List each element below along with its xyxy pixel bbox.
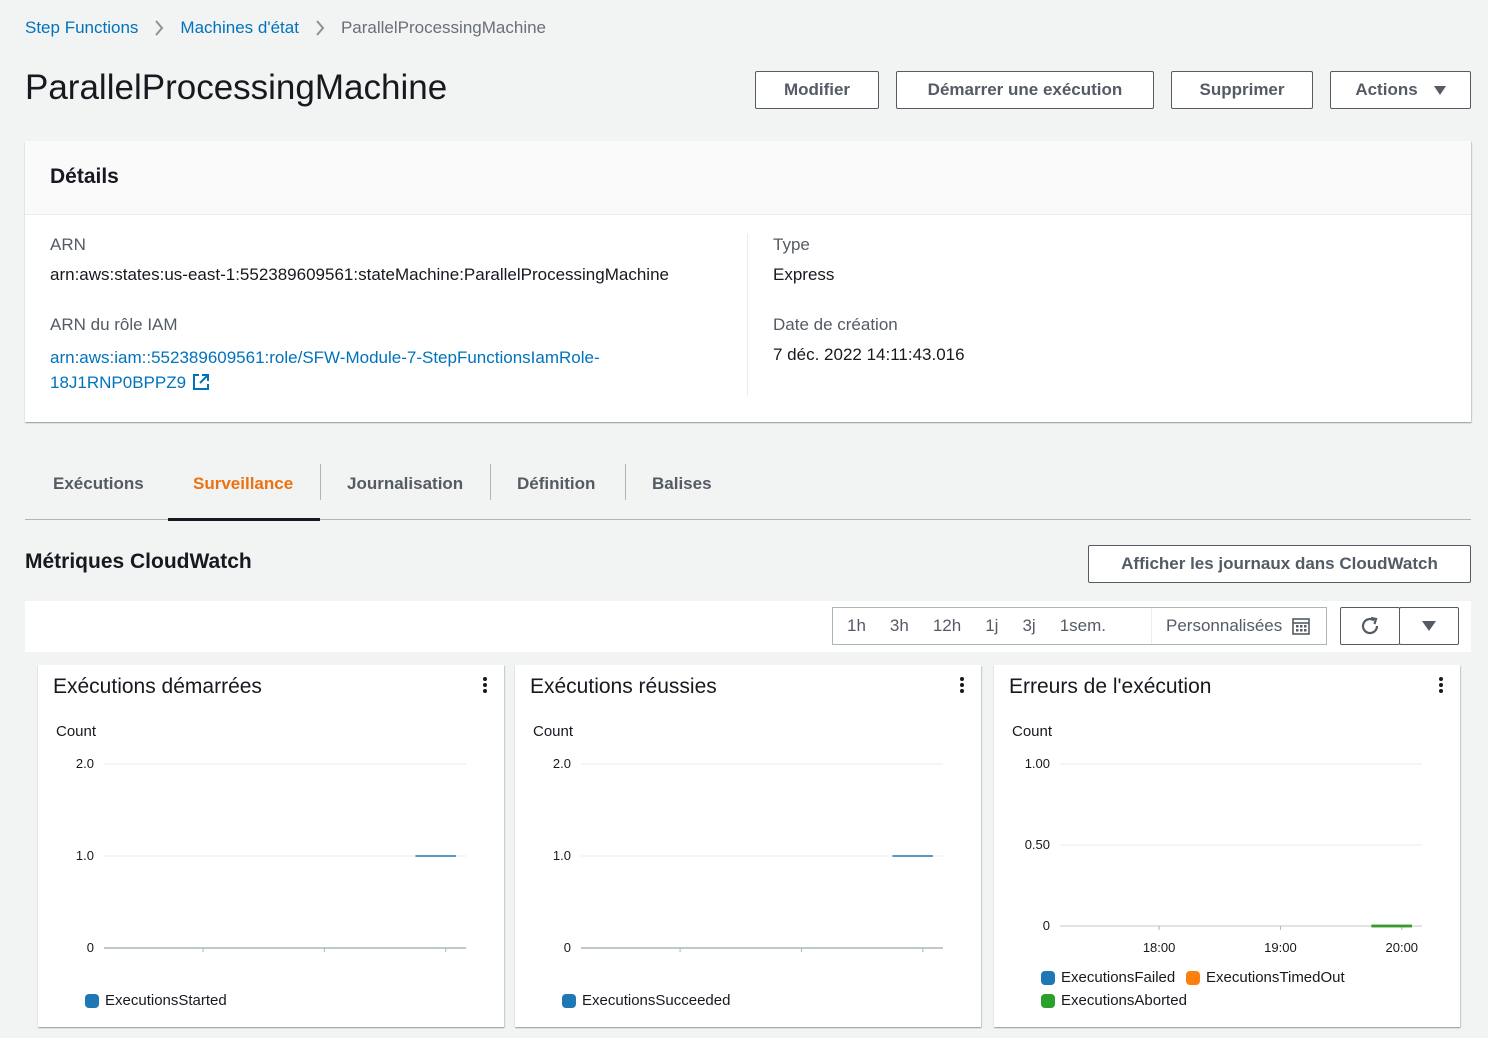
x-tick-label: 20:00: [1386, 940, 1419, 955]
range-1d[interactable]: 1j: [973, 616, 1010, 636]
legend-item[interactable]: ExecutionsSucceeded: [562, 992, 730, 1009]
refresh-options-dropdown[interactable]: [1399, 607, 1459, 645]
tab-divider: [320, 464, 321, 500]
actions-button[interactable]: Actions: [1330, 71, 1471, 109]
view-logs-button[interactable]: Afficher les journaux dans CloudWatch: [1088, 545, 1471, 583]
tab-logging[interactable]: Journalisation: [347, 464, 463, 520]
more-options-icon[interactable]: [957, 677, 967, 695]
legend-item[interactable]: ExecutionsFailed: [1041, 969, 1175, 986]
legend-label: ExecutionsSucceeded: [582, 992, 731, 1009]
range-1w[interactable]: 1sem.: [1048, 616, 1118, 636]
chevron-right-icon: [154, 20, 164, 36]
chart-card-succeeded: Exécutions réussies Count2.01.0018:0019:…: [515, 665, 981, 1027]
created-value: 7 déc. 2022 14:11:43.016: [773, 345, 965, 364]
y-tick-label: 0: [87, 940, 94, 955]
edit-button[interactable]: Modifier: [755, 71, 879, 109]
legend-swatch: [1041, 970, 1055, 985]
x-tick-label: 18:00: [1143, 940, 1176, 955]
type-value: Express: [773, 265, 835, 284]
active-tab-indicator: [168, 518, 320, 521]
breadcrumb-current: ParallelProcessingMachine: [340, 18, 546, 37]
chart-card-started: Exécutions démarrées Count2.01.0018:0019…: [38, 665, 504, 1027]
delete-button[interactable]: Supprimer: [1171, 71, 1313, 109]
calendar-icon: [1292, 617, 1311, 635]
chart-title: Exécutions réussies: [530, 675, 717, 698]
legend-swatch: [1186, 970, 1200, 985]
start-execution-button[interactable]: Démarrer une exécution: [896, 71, 1154, 109]
details-title: Détails: [25, 141, 1471, 215]
y-tick-label: 1.0: [553, 848, 571, 863]
range-custom-label: Personnalisées: [1166, 616, 1283, 635]
range-1h[interactable]: 1h: [833, 616, 878, 636]
metrics-toolbar: 1h 3h 12h 1j 3j 1sem. Personnalisées: [25, 601, 1471, 652]
chart-card-errors: Erreurs de l'exécution Count 1.00 0.50 0 18:…: [994, 665, 1460, 1027]
type-label: Type: [773, 235, 810, 254]
more-options-icon[interactable]: [480, 677, 490, 695]
legend-swatch: [562, 993, 576, 1008]
y-tick-label: 0: [1043, 918, 1050, 933]
y-tick-label: 0: [564, 940, 571, 955]
chart-title: Erreurs de l'exécution: [1009, 675, 1212, 698]
range-3d[interactable]: 3j: [1010, 616, 1047, 636]
y-tick-label: 0.50: [1025, 837, 1050, 852]
created-label: Date de création: [773, 315, 898, 334]
arn-label: ARN: [50, 235, 86, 254]
chart-succeeded: Count2.01.0018:0019:0020:00: [533, 723, 943, 955]
legend-label: ExecutionsTimedOut: [1206, 969, 1345, 986]
details-right-column: Type Express Date de création 7 déc. 202…: [773, 235, 965, 365]
details-left-column: ARN arn:aws:states:us-east-1:55238960956…: [50, 235, 670, 398]
tab-bar: Exécutions Surveillance Journalisation D…: [25, 446, 1471, 521]
y-axis-label: Count: [533, 723, 574, 740]
legend-item[interactable]: ExecutionsAborted: [1041, 992, 1187, 1009]
chart-errors: Count 1.00 0.50 0 18:00 19:00 20:00: [1012, 723, 1422, 955]
y-tick-label: 1.0: [76, 848, 94, 863]
legend-label: ExecutionsStarted: [105, 992, 227, 1009]
tab-monitoring[interactable]: Surveillance: [193, 464, 293, 520]
refresh-button[interactable]: [1340, 607, 1400, 645]
legend-label: ExecutionsFailed: [1061, 969, 1176, 986]
tab-divider: [490, 464, 491, 500]
actions-label: Actions: [1355, 80, 1418, 99]
legend-swatch: [1041, 993, 1055, 1008]
external-link-icon: [192, 373, 210, 398]
caret-down-icon: [1422, 621, 1436, 631]
tab-definition[interactable]: Définition: [517, 464, 595, 520]
legend-label: ExecutionsAborted: [1061, 992, 1187, 1009]
refresh-icon: [1359, 615, 1381, 637]
breadcrumb: Step Functions Machines d'état ParallelP…: [25, 18, 546, 38]
tab-executions[interactable]: Exécutions: [53, 464, 144, 520]
time-range-selector: 1h 3h 12h 1j 3j 1sem. Personnalisées: [832, 607, 1327, 645]
legend-swatch: [85, 993, 99, 1008]
range-custom[interactable]: Personnalisées: [1151, 608, 1311, 644]
column-divider: [747, 234, 748, 396]
chart-started: Count2.01.0018:0019:0020:00: [56, 723, 466, 955]
range-12h[interactable]: 12h: [921, 616, 973, 636]
y-tick-label: 2.0: [76, 756, 94, 771]
cloudwatch-metrics-title: Métriques CloudWatch: [25, 550, 252, 573]
tab-tags[interactable]: Balises: [652, 464, 712, 520]
more-options-icon[interactable]: [1436, 677, 1446, 695]
details-panel: Détails ARN arn:aws:states:us-east-1:552…: [25, 141, 1471, 422]
arn-value: arn:aws:states:us-east-1:552389609561:st…: [50, 265, 669, 284]
y-tick-label: 2.0: [553, 756, 571, 771]
y-axis-label: Count: [1012, 723, 1053, 740]
tab-divider: [625, 464, 626, 500]
legend-item[interactable]: ExecutionsStarted: [85, 992, 227, 1009]
legend-item[interactable]: ExecutionsTimedOut: [1186, 969, 1345, 986]
breadcrumb-state-machines[interactable]: Machines d'état: [180, 18, 299, 38]
range-3h[interactable]: 3h: [878, 616, 921, 636]
chart-title: Exécutions démarrées: [53, 675, 262, 698]
caret-down-icon: [1433, 85, 1446, 95]
x-tick-label: 19:00: [1264, 940, 1297, 955]
page-title: ParallelProcessingMachine: [25, 68, 448, 107]
role-link-text: arn:aws:iam::552389609561:role/SFW-Modul…: [50, 348, 600, 392]
role-label: ARN du rôle IAM: [50, 315, 178, 334]
chevron-right-icon: [315, 20, 325, 36]
y-tick-label: 1.00: [1025, 756, 1050, 771]
y-axis-label: Count: [56, 723, 97, 740]
breadcrumb-step-functions[interactable]: Step Functions: [25, 18, 138, 38]
role-link[interactable]: arn:aws:iam::552389609561:role/SFW-Modul…: [50, 345, 670, 398]
